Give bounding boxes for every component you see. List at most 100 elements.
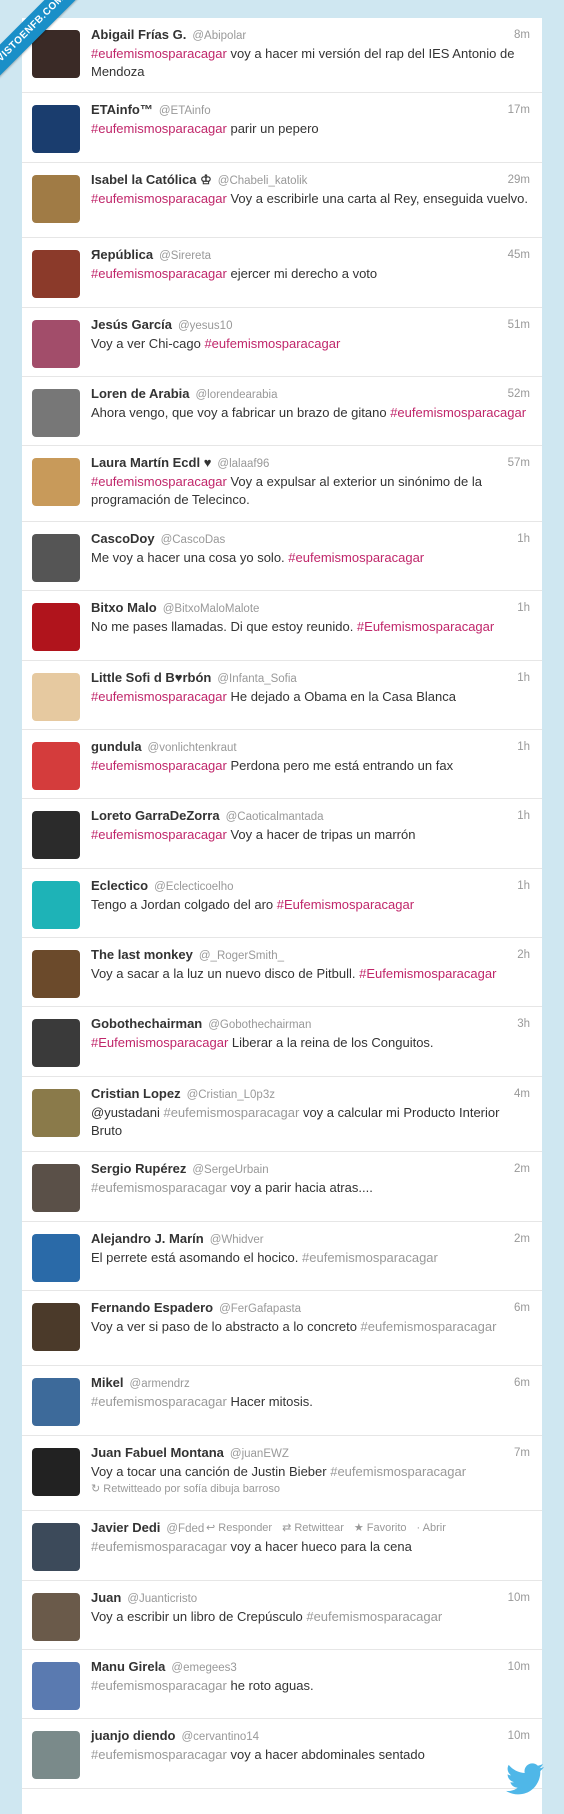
hashtag-link[interactable]: #eufemismosparacagar [204, 336, 340, 351]
tweet-row[interactable]: Gobothechairman @Gobothechairman 3h #Eufemi… [22, 1007, 542, 1077]
user-handle[interactable]: @Abipolar [192, 30, 246, 42]
tweet-row[interactable]: Mikel @armendrz 6m #eufemismosparacagar Hac… [22, 1366, 542, 1436]
tweet-timestamp[interactable]: 10m [508, 1592, 530, 1604]
tweet-row[interactable]: Manu Girela @emegees3 10m #eufemismosparaca… [22, 1650, 542, 1720]
avatar[interactable] [32, 1088, 80, 1137]
user-handle[interactable]: @Juanticristo [127, 1593, 197, 1605]
favorite-button[interactable]: ★ Favorito [354, 1522, 407, 1534]
user-name[interactable]: Loreto GarraDeZorra [91, 808, 220, 823]
user-name[interactable]: Mikel [91, 1375, 124, 1390]
avatar[interactable] [32, 811, 80, 860]
tweet-row[interactable]: Sergio Rupérez @SergeUrbain 2m #eufemismosp… [22, 1152, 542, 1222]
tweet-timestamp[interactable]: 2m [514, 1233, 530, 1245]
user-handle[interactable]: @yesus10 [178, 320, 233, 332]
retweet-button[interactable]: ⇄ Retwittear [282, 1522, 344, 1534]
avatar[interactable] [32, 105, 80, 154]
tweet-timestamp[interactable]: 1h [517, 880, 530, 892]
user-handle[interactable]: @emegees3 [171, 1662, 236, 1674]
tweet-row[interactable]: Loren de Arabia @lorendearabia 52m Ahora ve… [22, 377, 542, 447]
user-name[interactable]: Jesús García [91, 317, 172, 332]
user-handle[interactable]: @SergeUrbain [192, 1164, 268, 1176]
user-handle[interactable]: @Eclecticoelho [154, 881, 233, 893]
tweet-row[interactable]: Juan @Juanticristo 10m Voy a escribir un li… [22, 1581, 542, 1650]
user-handle[interactable]: @juanEWZ [230, 1448, 289, 1460]
avatar[interactable] [32, 533, 80, 582]
avatar[interactable] [32, 1447, 80, 1496]
tweet-row[interactable]: ETAinfo™ @ETAinfo 17m #eufemismosparacagar … [22, 93, 542, 163]
avatar[interactable] [32, 1233, 80, 1282]
hashtag-link[interactable]: #eufemismosparacagar [91, 191, 227, 206]
avatar[interactable] [32, 880, 80, 929]
user-name[interactable]: Eclectico [91, 878, 148, 893]
user-handle[interactable]: @Gobothechairman [208, 1019, 311, 1031]
tweet-timestamp[interactable]: 4m [514, 1088, 530, 1100]
tweet-timestamp[interactable]: 10m [508, 1730, 530, 1742]
user-name[interactable]: Manu Girela [91, 1659, 165, 1674]
avatar[interactable] [32, 1303, 80, 1352]
tweet-timestamp[interactable]: 8m [514, 29, 530, 41]
tweet-timestamp[interactable]: 3h [517, 1018, 530, 1030]
tweet-row[interactable]: Jesús García @yesus10 51m Voy a ver Chi-cag… [22, 308, 542, 377]
avatar[interactable] [32, 950, 80, 999]
user-name[interactable]: Juan [91, 1590, 121, 1605]
reply-button[interactable]: ↩ Responder [206, 1522, 272, 1534]
user-handle[interactable]: @cervantino14 [182, 1731, 260, 1743]
tweet-timestamp[interactable]: 2h [517, 949, 530, 961]
tweet-timestamp[interactable]: 6m [514, 1302, 530, 1314]
avatar[interactable] [32, 1019, 80, 1068]
user-name[interactable]: Fernando Espadero [91, 1300, 213, 1315]
hashtag-link[interactable]: #eufemismosparacagar [91, 46, 227, 61]
tweet-timestamp[interactable]: 52m [508, 388, 530, 400]
tweet-timestamp[interactable]: 17m [508, 104, 530, 116]
hashtag-link[interactable]: #Eufemismosparacagar [357, 619, 494, 634]
user-handle[interactable]: @Sirereta [159, 250, 211, 262]
tweet-row[interactable]: Bitxo Malo @BitxoMaloMalote 1h No me pases … [22, 591, 542, 661]
tweet-row[interactable]: gundula @vonlichtenkraut 1h #eufemismospara… [22, 730, 542, 800]
hashtag-link[interactable]: #eufemismosparacagar [390, 405, 526, 420]
hashtag-link[interactable]: #eufemismosparacagar [91, 689, 227, 704]
user-handle[interactable]: @BitxoMaloMalote [163, 603, 260, 615]
tweet-row[interactable]: The last monkey @_RogerSmith_ 2h Voy a saca… [22, 938, 542, 1008]
hashtag-link[interactable]: #eufemismosparacagar [91, 474, 227, 489]
hashtag-link[interactable]: #Eufemismosparacagar [91, 1035, 228, 1050]
tweet-timestamp[interactable]: 1h [517, 602, 530, 614]
avatar[interactable] [32, 603, 80, 652]
hashtag-link[interactable]: #Eufemismosparacagar [359, 966, 496, 981]
tweet-row[interactable]: Abigail Frías G. @Abipolar 8m #eufemismospa… [22, 18, 542, 94]
tweet-row[interactable]: Fernando Espadero @FerGafapasta 6m Voy a ve… [22, 1291, 542, 1367]
tweet-row[interactable]: Cristian Lopez @Cristian_L0p3z 4m @yustadan… [22, 1077, 542, 1153]
hashtag-link[interactable]: #eufemismosparacagar [306, 1609, 442, 1624]
tweet-timestamp[interactable]: 1h [517, 672, 530, 684]
open-button[interactable]: · Abrir [417, 1522, 446, 1534]
user-handle[interactable]: @Caoticalmantada [226, 811, 324, 823]
tweet-row[interactable]: CascoDoy @CascoDas 1h Me voy a hacer una co… [22, 522, 542, 592]
user-handle[interactable]: @ETAinfo [159, 105, 211, 117]
user-name[interactable]: Sergio Rupérez [91, 1161, 186, 1176]
tweet-row[interactable]: Яepública @Sirereta 45m #eufemismosparacaga… [22, 238, 542, 308]
user-name[interactable]: ETAinfo™ [91, 102, 153, 117]
user-handle[interactable]: @lalaaf96 [217, 458, 269, 470]
hashtag-link[interactable]: #eufemismosparacagar [91, 1180, 227, 1195]
tweet-timestamp[interactable]: 51m [508, 319, 530, 331]
tweet-timestamp[interactable]: 1h [517, 810, 530, 822]
hashtag-link[interactable]: #eufemismosparacagar [302, 1250, 438, 1265]
user-handle[interactable]: @Cristian_L0p3z [187, 1089, 275, 1101]
tweet-row[interactable]: Juan Fabuel Montana @juanEWZ 7m Voy a tocar… [22, 1436, 542, 1512]
hashtag-link[interactable]: #eufemismosparacagar [288, 550, 424, 565]
user-name[interactable]: The last monkey [91, 947, 193, 962]
user-name[interactable]: Abigail Frías G. [91, 27, 186, 42]
user-name[interactable]: Little Sofi d B♥rbón [91, 670, 211, 685]
user-name[interactable]: Gobothechairman [91, 1016, 202, 1031]
user-name[interactable]: juanjo diendo [91, 1728, 176, 1743]
avatar[interactable] [32, 672, 80, 721]
user-handle[interactable]: @lorendearabia [195, 389, 277, 401]
hashtag-link[interactable]: #eufemismosparacagar [91, 827, 227, 842]
avatar[interactable] [32, 1164, 80, 1213]
user-name[interactable]: Juan Fabuel Montana [91, 1445, 224, 1460]
user-handle[interactable]: @armendrz [130, 1378, 190, 1390]
tweet-timestamp[interactable]: 45m [508, 249, 530, 261]
tweet-timestamp[interactable]: 57m [508, 457, 530, 469]
tweet-timestamp[interactable]: 6m [514, 1377, 530, 1389]
tweet-timestamp[interactable]: 10m [508, 1661, 530, 1673]
user-handle[interactable]: @Chabeli_katolik [218, 175, 308, 187]
